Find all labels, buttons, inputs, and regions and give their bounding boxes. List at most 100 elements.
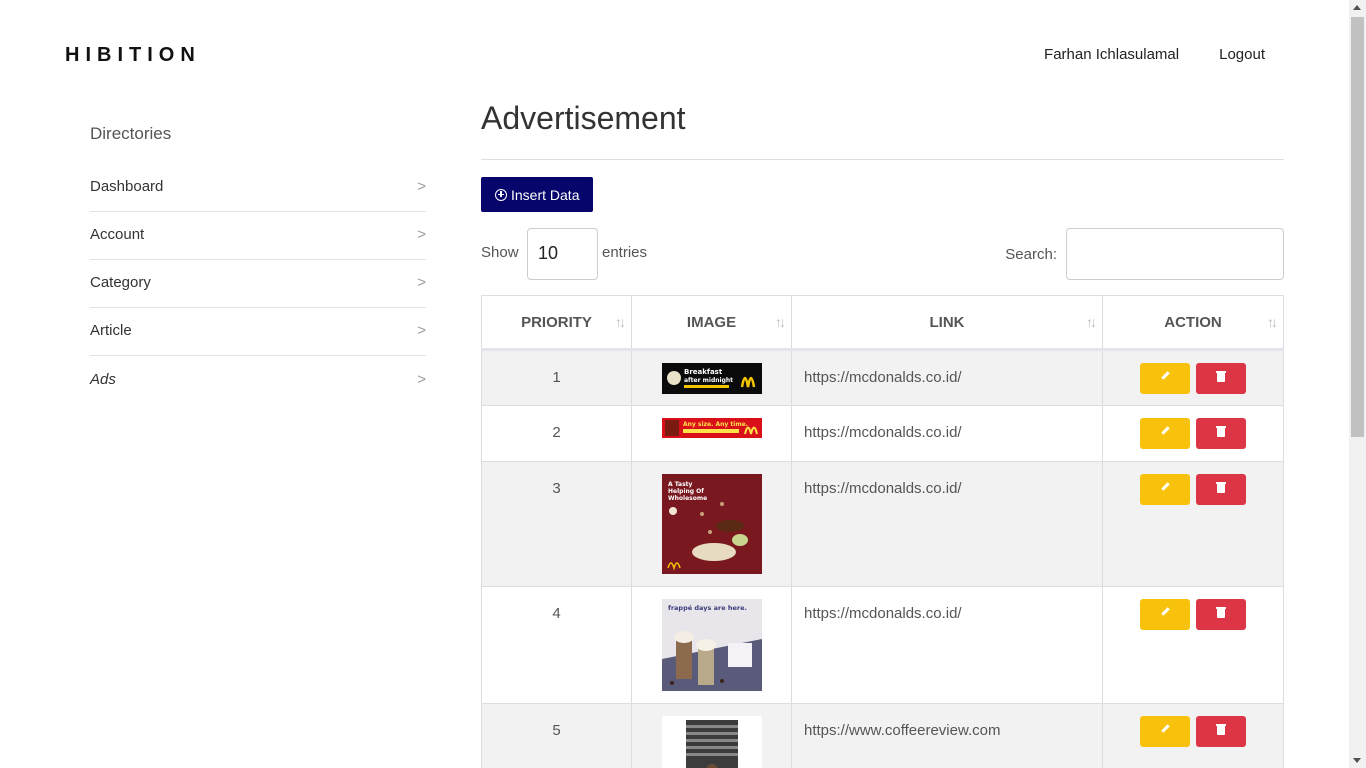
ad-thumbnail[interactable]: Breakfast after midnight (661, 363, 762, 394)
insert-data-button[interactable]: Insert Data (481, 177, 594, 212)
table-controls: Show 10 entries Search: (481, 228, 1284, 280)
trash-icon (1216, 607, 1226, 618)
svg-text:frappé days are here.: frappé days are here. (668, 604, 747, 612)
sort-icon: ↑↓ (1267, 314, 1278, 330)
entries-label: entries (602, 244, 648, 261)
priority-cell: 1 (481, 349, 632, 406)
action-cell (1102, 703, 1284, 768)
table-row: 5 https://www.coffeereview.com (481, 703, 1284, 768)
scrollbar-thumb[interactable] (1351, 17, 1364, 437)
link-cell: https://mcdonalds.co.id/ (791, 461, 1103, 587)
sidebar-item-label: Category (90, 274, 151, 291)
sidebar: Directories Dashboard > Account > Catego… (90, 124, 426, 404)
table-row: 4 frappé days are here. https://mcdonald… (481, 586, 1284, 704)
ad-thumbnail[interactable]: frappé days are here. (661, 599, 762, 691)
edit-button[interactable] (1140, 599, 1190, 630)
search-input[interactable] (1066, 228, 1284, 280)
sort-icon: ↑↓ (775, 314, 786, 330)
edit-button[interactable] (1140, 363, 1190, 394)
priority-cell: 3 (481, 461, 632, 587)
column-header-action[interactable]: ACTION ↑↓ (1102, 295, 1284, 351)
scroll-down-icon[interactable] (1353, 758, 1361, 763)
sort-icon: ↑↓ (1086, 314, 1097, 330)
vertical-scrollbar[interactable] (1349, 0, 1366, 768)
column-header-link[interactable]: LINK ↑↓ (791, 295, 1103, 351)
ad-thumbnail[interactable]: Any size. Any time. (661, 418, 762, 438)
breakfast-ad-image: Breakfast after midnight (666, 368, 755, 388)
delete-button[interactable] (1196, 599, 1246, 630)
trash-icon (1216, 482, 1226, 493)
frappe-ad-image: frappé days are here. (661, 604, 762, 691)
top-nav: Farhan Ichlasulamal Logout (1044, 46, 1265, 63)
image-cell: A Tasty Helping Of Wholesome (631, 461, 792, 587)
brand-logo[interactable]: HIBITION (65, 44, 201, 67)
sidebar-item-category[interactable]: Category > (90, 260, 426, 308)
pencil-icon (1161, 607, 1170, 616)
chevron-right-icon: > (417, 178, 426, 195)
oatmeal-ad-image: A Tasty Helping Of Wholesome (666, 481, 748, 571)
edit-button[interactable] (1140, 474, 1190, 505)
action-cell (1102, 349, 1284, 406)
svg-text:Helping Of: Helping Of (668, 488, 704, 495)
pencil-icon (1161, 724, 1170, 733)
image-cell: frappé days are here. (631, 586, 792, 704)
svg-text:Any size. Any time.: Any size. Any time. (683, 421, 748, 428)
chevron-right-icon: > (417, 370, 426, 388)
pencil-icon (1161, 371, 1170, 380)
pencil-icon (1161, 482, 1170, 491)
trash-icon (1216, 426, 1226, 437)
trash-icon (1216, 724, 1226, 735)
svg-text:A Tasty: A Tasty (668, 481, 693, 488)
column-header-priority[interactable]: PRIORITY ↑↓ (481, 295, 632, 351)
image-cell: Breakfast after midnight (631, 349, 792, 406)
link-cell: https://www.coffeereview.com (791, 703, 1103, 768)
table-row: 3 A Tasty Helping Of Wholesome https://m… (481, 461, 1284, 587)
priority-cell: 2 (481, 405, 632, 462)
ad-thumbnail[interactable] (661, 716, 762, 768)
delete-button[interactable] (1196, 418, 1246, 449)
trash-icon (1216, 371, 1226, 382)
column-header-image[interactable]: IMAGE ↑↓ (631, 295, 792, 351)
anysize-ad-image: Any size. Any time. (664, 420, 758, 436)
action-cell (1102, 586, 1284, 704)
sidebar-item-label: Ads (90, 370, 116, 388)
sidebar-item-label: Account (90, 226, 145, 243)
priority-cell: 4 (481, 586, 632, 704)
sidebar-item-article[interactable]: Article > (90, 308, 426, 356)
sidebar-item-ads[interactable]: Ads > (90, 356, 426, 404)
plus-circle-icon (495, 188, 507, 201)
ads-table: PRIORITY ↑↓ IMAGE ↑↓ LINK ↑↓ ACTION ↑↓ 1 Bre… (481, 295, 1284, 768)
chevron-right-icon: > (417, 322, 426, 339)
show-label: Show (481, 244, 519, 261)
link-cell: https://mcdonalds.co.id/ (791, 349, 1103, 406)
delete-button[interactable] (1196, 716, 1246, 747)
sidebar-item-label: Dashboard (90, 178, 164, 195)
chevron-right-icon: > (417, 226, 426, 243)
link-cell: https://mcdonalds.co.id/ (791, 586, 1103, 704)
link-cell: https://mcdonalds.co.id/ (791, 405, 1103, 462)
action-cell (1102, 405, 1284, 462)
ad-thumbnail[interactable]: A Tasty Helping Of Wholesome (661, 474, 762, 574)
sidebar-item-account[interactable]: Account > (90, 212, 426, 260)
sidebar-title: Directories (90, 124, 172, 143)
search-label: Search: (1005, 246, 1057, 263)
edit-button[interactable] (1140, 716, 1190, 747)
sort-icon: ↑↓ (615, 314, 626, 330)
delete-button[interactable] (1196, 363, 1246, 394)
edit-button[interactable] (1140, 418, 1190, 449)
image-cell (631, 703, 792, 768)
action-cell (1102, 461, 1284, 587)
coffee-ad-image (685, 720, 738, 768)
delete-button[interactable] (1196, 474, 1246, 505)
image-cell: Any size. Any time. (631, 405, 792, 462)
logout-link[interactable]: Logout (1219, 46, 1265, 63)
user-name-link[interactable]: Farhan Ichlasulamal (1044, 46, 1179, 63)
insert-data-label: Insert Data (511, 186, 580, 203)
entries-select[interactable]: 10 (527, 228, 598, 280)
table-row: 1 Breakfast after midnight https://mcdon… (481, 349, 1284, 406)
scroll-up-icon[interactable] (1353, 5, 1361, 10)
sidebar-item-label: Article (90, 322, 132, 339)
svg-text:Breakfast: Breakfast (684, 368, 723, 376)
priority-cell: 5 (481, 703, 632, 768)
sidebar-item-dashboard[interactable]: Dashboard > (90, 164, 426, 212)
